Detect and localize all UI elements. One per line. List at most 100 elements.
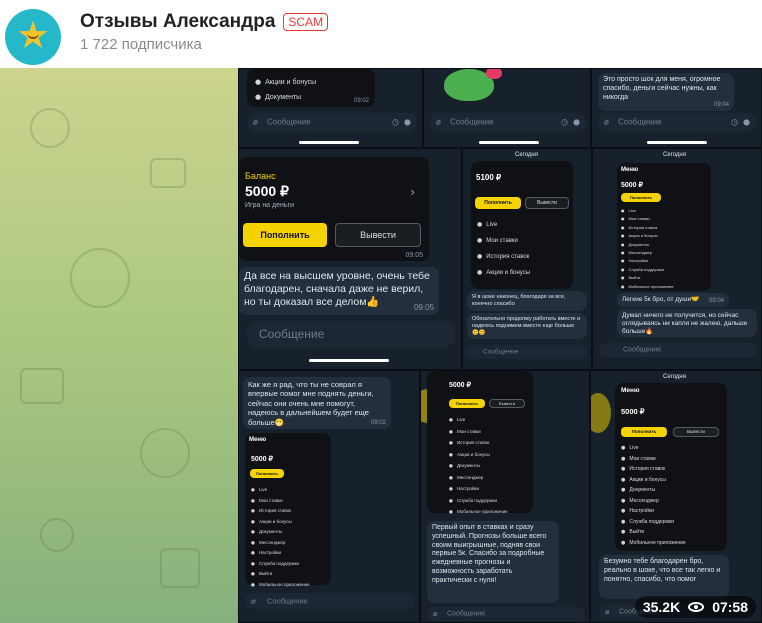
menu-item: Мобильное приложение [621,538,685,549]
menu-item: Live [477,217,530,233]
post-stats: 35.2K 07:58 [634,596,756,618]
menu-list: Акции и бонусы Документы [255,75,316,105]
clock-icon: ◷ [392,117,399,127]
paperclip-icon: ⌀ [253,117,258,127]
paperclip-icon: ⌀ [251,596,256,606]
menu-list: Live Мои ставки История ставок Акции и б… [449,415,508,519]
menu-item: Служба поддержки [621,517,686,528]
deposit-button: Пополнить [475,197,521,209]
menu-item: Live [621,207,674,215]
eye-icon [688,602,705,612]
menu-item: Акции и бонусы [255,75,316,90]
screenshot-6: Сегодня Меню 5000 ₽ Пополнить Live Мои с… [592,148,762,370]
scam-badge: SCAM [283,13,329,31]
screenshot-3: Это просто шок для меня, огромное спасиб… [591,68,762,148]
message-bubble: Первый опыт в ставках и сразу успешный. … [427,521,559,603]
menu-item: Мессенджер [621,496,686,507]
menu-item: Live [449,415,508,427]
menu-item: Мессенджер [449,473,508,485]
clock-icon: ◷ [731,117,738,127]
paperclip-icon: ⌀ [436,117,441,127]
menu-item: История ставок [477,249,530,265]
subscriber-count: 1 722 подписчика [80,36,202,53]
menu-item: Мобильное приложение [449,507,508,519]
menu-item: Live [621,443,686,454]
menu-list: Live Мои ставки История ставок Акции и б… [621,207,674,291]
message-bubble: Обязательно продолжу работать вместе и н… [467,313,587,339]
message-input: ⌀ Сообщение [427,607,585,621]
screenshot-2: ⌀ Сообщение ◷ ● [423,68,591,148]
screenshot-5: Сегодня 5100 ₽ Пополнить Вывести Live Мо… [462,148,592,370]
menu-item: Выйти [621,527,686,538]
screenshot-9: Сегодня Меню 5000 ₽ Пополнить Вывести Li… [590,370,762,623]
withdraw-button: Вывести [525,197,569,209]
screenshot-8: 5000 ₽ Пополнить Вывести Live Мои ставки… [420,370,590,623]
title-row: Отзывы Александра SCAM [80,10,329,34]
post-media[interactable]: Акции и бонусы Документы 09:02 ⌀ Сообщен… [0,68,762,623]
screenshot-1: Акции и бонусы Документы 09:02 ⌀ Сообщен… [238,68,423,148]
menu-item: Акции и бонусы [621,232,674,240]
menu-item: Служба поддержки [251,559,310,570]
message-bubble: Легкие 5к бро, от души🤝 09:04 [617,293,729,307]
message-input: ⌀ Сообщение ◷ ● [247,113,417,131]
mic-icon: ● [404,117,411,127]
menu-item: Настройки [621,257,674,265]
menu-item: Настройки [251,548,310,559]
menu-item: История ставок [251,506,310,517]
message-bubble: Да все на высшем уровне, очень тебе благ… [239,267,439,315]
clock-icon: ◷ [561,117,568,127]
menu-item: Служба поддержки [621,266,674,274]
menu-item: Мессенджер [621,249,674,257]
menu-item: Live [251,485,310,496]
menu-item: Документы [255,90,316,105]
screenshot-7: Как же я рад, что ты не соврал я впервые… [238,370,420,623]
menu-item: Мои ставки [251,496,310,507]
message-bubble: Это просто шок для меня, огромное спасиб… [598,73,734,111]
menu-item: Настройки [449,484,508,496]
menu-item: История ставок [621,224,674,232]
menu-list: Live Мои ставки История ставок Акции и б… [621,443,686,549]
menu-item: Акции и бонусы [621,475,686,486]
menu-item: Выйти [251,569,310,580]
menu-item: Мобильное приложение [251,580,310,591]
chat-wallpaper [0,68,238,623]
menu-list: Live Мои ставки История ставок Акции и б… [251,485,310,590]
screenshot-collage: Акции и бонусы Документы 09:02 ⌀ Сообщен… [238,68,762,623]
message-bubble: Думал ничего не получится, но сейчас огл… [617,309,757,337]
menu-item: Документы [251,527,310,538]
screenshot-4: Баланс 5000 ₽ Игра на деньги › Пополнить… [238,148,462,370]
menu-item: Настройки [621,506,686,517]
menu-list: Live Мои ставки История ставок Акции и б… [477,217,530,281]
paperclip-icon: ⌀ [433,610,438,618]
menu-item: Документы [449,461,508,473]
menu-item: Служба поддержки [449,496,508,508]
post-time: 07:58 [712,599,748,615]
message-bubble: Как же я рад, что ты не соврал я впервые… [243,377,391,429]
message-bubble: Безумно тебе благодарен бро, реально в ш… [599,555,729,599]
message-input: Сообщение [247,321,455,347]
menu-item: Документы [621,485,686,496]
mic-icon: ● [573,117,580,127]
menu-item: История ставок [449,438,508,450]
menu-item: Мои ставки [477,233,530,249]
message-input: ⌀ Сообщение ◷ ● [598,113,756,131]
message-input: Сообщение [467,345,587,359]
menu-item: Мои ставки [621,454,686,465]
menu-item: Мои ставки [621,215,674,223]
withdraw-button: Вывести [335,223,421,247]
channel-title[interactable]: Отзывы Александра [80,11,275,33]
channel-avatar[interactable]: ★ [5,9,61,65]
chevron-right-icon: › [410,185,415,199]
menu-item: Мои ставки [449,427,508,439]
menu-item: Акции и бонусы [449,450,508,462]
menu-item: История ставок [621,464,686,475]
message-input: Сообщение [599,343,757,357]
message-input: ⌀ Сообщение ◷ ● [430,113,586,131]
menu-item: Документы [621,241,674,249]
paperclip-icon: ⌀ [604,117,609,127]
message-bubble: Я в шоке наконец, благодаря за все, коне… [467,291,587,311]
paperclip-icon: ⌀ [605,608,610,616]
menu-item: Акции и бонусы [251,517,310,528]
menu-item: Выйти [621,274,674,282]
message-input: ⌀ Сообщение [245,593,415,609]
